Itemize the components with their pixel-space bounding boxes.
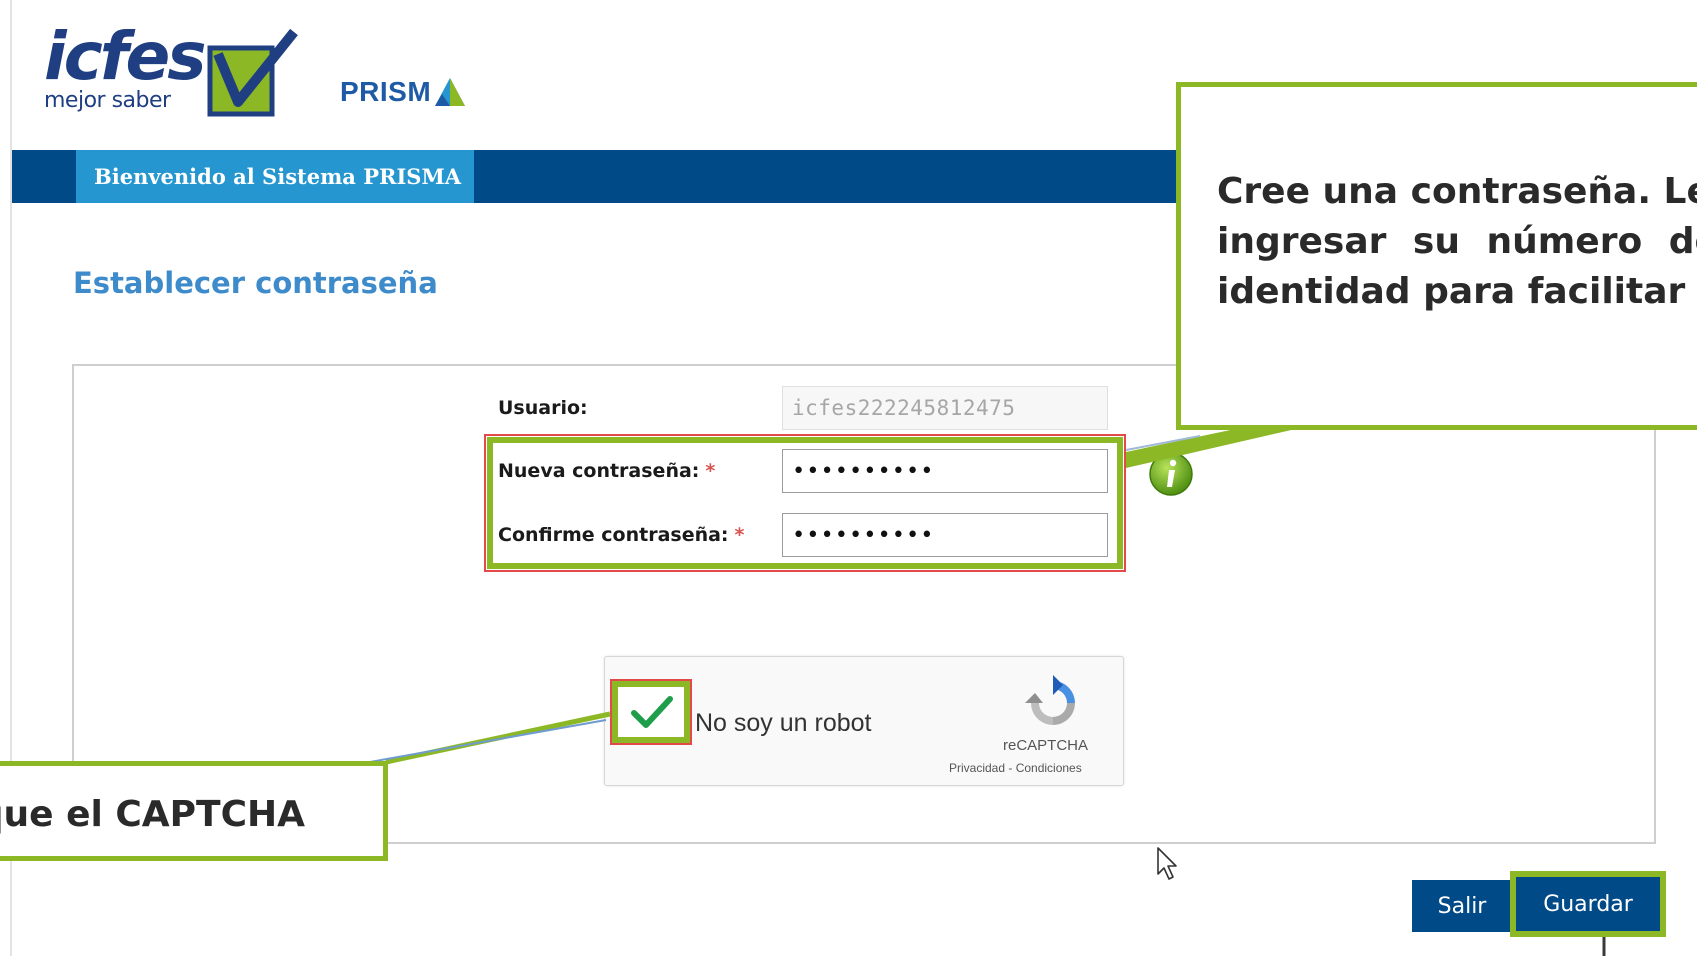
captcha-instruction-text: que el CAPTCHA (0, 794, 305, 835)
password-instruction-callout: Cree una contraseña. Le r ingresar su nú… (1176, 82, 1697, 430)
captcha-instruction-callout: que el CAPTCHA (0, 761, 388, 861)
save-button[interactable]: Guardar (1510, 871, 1666, 937)
prisma-triangle-icon (435, 78, 466, 106)
icfes-logo-word: icfes (44, 18, 207, 95)
prisma-logo-word: PRISM (340, 76, 432, 107)
checkmark-logo-icon (207, 28, 298, 117)
recaptcha-widget: No soy un robot reCAPTCHA Privacidad - C… (604, 656, 1124, 786)
tab-welcome[interactable]: Bienvenido al Sistema PRISMA (76, 150, 474, 203)
mouse-cursor-icon (1157, 847, 1177, 880)
top-navbar: Bienvenido al Sistema PRISMA (12, 150, 1182, 203)
recaptcha-logo-icon (1025, 675, 1075, 725)
username-label: Usuario: (498, 397, 588, 419)
info-icon[interactable] (1147, 450, 1195, 498)
exit-button[interactable]: Salir (1412, 880, 1512, 932)
recaptcha-brand: reCAPTCHA (1003, 737, 1089, 754)
icfes-logo: icfes mejor saber (44, 22, 304, 122)
page-title: Establecer contraseña (73, 266, 438, 300)
captcha-label: No soy un robot (695, 709, 872, 737)
check-icon (631, 696, 673, 728)
tab-welcome-label: Bienvenido al Sistema PRISMA (94, 164, 461, 189)
captcha-checkbox[interactable] (610, 679, 692, 745)
password-instruction-line: Cree una contraseña. Le r (1217, 171, 1697, 212)
password-instruction-line: identidad para facilitar el (1217, 271, 1697, 312)
username-label-text: Usuario: (498, 397, 588, 419)
prisma-logo: PRISM (340, 74, 467, 110)
username-field: icfes222245812475 (782, 386, 1108, 430)
icfes-logo-tagline: mejor saber (44, 88, 171, 113)
recaptcha-links[interactable]: Privacidad - Condiciones (949, 761, 1082, 775)
password-fields-highlight (487, 437, 1123, 569)
password-instruction-text: Cree una contraseña. Le r ingresar su nú… (1217, 167, 1697, 317)
password-instruction-line: ingresar su número de d (1217, 221, 1697, 262)
